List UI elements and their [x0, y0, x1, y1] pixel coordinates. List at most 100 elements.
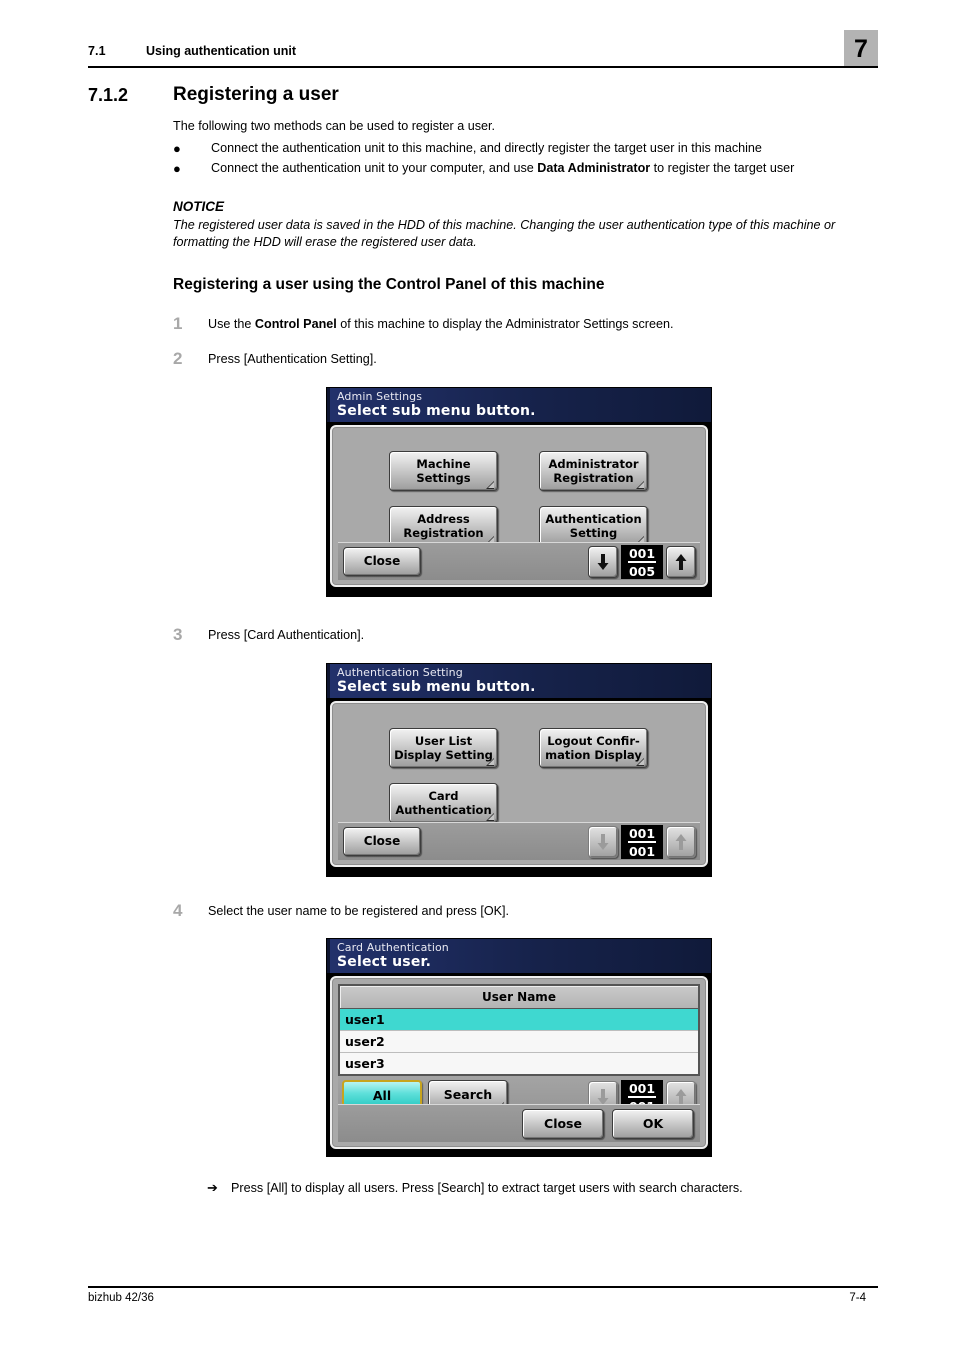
page-down-arrow-icon[interactable]: [588, 546, 618, 578]
authentication-setting-button[interactable]: Authentication Setting: [539, 506, 648, 546]
footer-product-name: bizhub 42/36: [88, 1292, 154, 1304]
step-number: 4: [173, 901, 183, 920]
panel-title-small: Admin Settings: [337, 390, 423, 403]
address-registration-button[interactable]: Address Registration: [389, 506, 498, 546]
page-up-arrow-icon[interactable]: [666, 546, 696, 578]
button-label-line2: Setting: [569, 526, 618, 540]
step-3: 3 Press [Card Authentication].: [173, 625, 879, 644]
button-label-line1: Machine: [416, 457, 471, 471]
footer-page-number: 7-4: [849, 1292, 866, 1304]
step-text-after: of this machine to display the Administr…: [336, 317, 674, 331]
panel-titlebar: Authentication Setting Select sub menu b…: [327, 664, 711, 698]
subsection-heading: Registering a user using the Control Pan…: [173, 276, 605, 293]
panel-title-small: Card Authentication: [337, 941, 449, 954]
step-2: 2 Press [Authentication Setting].: [173, 349, 879, 368]
notice-body: The registered user data is saved in the…: [173, 218, 836, 249]
page-counter: 001 005: [621, 545, 663, 579]
step-text-before: Use the: [208, 317, 255, 331]
search-button-label: Search: [443, 1087, 493, 1102]
notice-label: NOTICE: [173, 199, 225, 214]
machine-settings-button[interactable]: Machine Settings: [389, 451, 498, 491]
button-label-line1: Logout Confir-: [547, 734, 640, 748]
submenu-corner-icon: [486, 481, 494, 489]
user-list-display-setting-button[interactable]: User List Display Setting: [389, 728, 498, 768]
step-text: Press [Card Authentication].: [208, 628, 365, 642]
button-label-line1: Card: [428, 789, 459, 803]
button-label-line2: Settings: [416, 471, 471, 485]
button-label-line2: Registration: [553, 471, 634, 485]
step-1: 1 Use the Control Panel of this machine …: [173, 314, 879, 333]
panel-body: Machine Settings Administrator Registrat…: [330, 425, 708, 587]
table-row[interactable]: user2: [340, 1031, 698, 1053]
intro-paragraph: The following two methods can be used to…: [173, 119, 496, 133]
authentication-setting-panel: Authentication Setting Select sub menu b…: [326, 663, 712, 877]
logout-confirmation-display-button[interactable]: Logout Confir- mation Display: [539, 728, 648, 768]
step-4: 4 Select the user name to be registered …: [173, 901, 879, 920]
step-text: Use the Control Panel of this machine to…: [208, 316, 879, 333]
bullet-text-bold: Data Administrator: [537, 161, 651, 175]
bullet-text-before: Connect the authentication unit to your …: [211, 161, 538, 175]
page-header: 7.1 Using authentication unit 7: [88, 30, 878, 80]
submenu-corner-icon: [636, 481, 644, 489]
page-counter-total: 001: [628, 843, 656, 859]
ok-button[interactable]: OK: [612, 1109, 694, 1139]
button-label-line1: Address: [417, 512, 470, 526]
step-number: 1: [173, 314, 183, 333]
bullet-dot-icon: ●: [173, 141, 181, 156]
panel-footer-bar: Close 001 005: [338, 542, 700, 580]
page-up-arrow-icon: [666, 826, 696, 858]
step-text-bold: Control Panel: [254, 317, 337, 331]
admin-settings-panel: Admin Settings Select sub menu button. M…: [326, 387, 712, 597]
submenu-corner-icon: [486, 758, 494, 766]
header-section-number: 7.1: [88, 44, 106, 58]
card-authentication-button[interactable]: Card Authentication: [389, 783, 498, 823]
panel-titlebar: Card Authentication Select user.: [327, 939, 711, 973]
list-item: ● Connect the authentication unit to thi…: [173, 140, 879, 158]
column-header-user-name: User Name: [340, 986, 698, 1009]
panel-title-large: Select sub menu button.: [337, 403, 536, 419]
panel-footer-bar: Close 001 001: [338, 822, 700, 860]
button-label-line1: Authentication: [545, 512, 642, 526]
panel-titlebar: Admin Settings Select sub menu button.: [327, 388, 711, 422]
chapter-number-box: 7: [844, 30, 878, 66]
page-counter: 001 001: [621, 825, 663, 859]
button-label-line2: Display Setting: [394, 748, 493, 762]
close-button[interactable]: Close: [522, 1109, 604, 1139]
panel-title-large: Select user.: [337, 954, 432, 970]
step-number: 3: [173, 625, 183, 644]
list-item: ● Connect the authentication unit to you…: [173, 160, 879, 178]
page-counter-current: 001: [627, 1080, 657, 1098]
close-button[interactable]: Close: [343, 827, 421, 856]
bullet-text: Connect the authentication unit to your …: [211, 160, 879, 178]
panel-body: User Name user1 user2 user3 All Search 0…: [330, 976, 708, 1149]
button-label-line2: Authentication: [395, 803, 492, 817]
administrator-registration-button[interactable]: Administrator Registration: [539, 451, 648, 491]
table-row[interactable]: user1: [340, 1009, 698, 1031]
sub-note-text: Press [All] to display all users. Press …: [231, 1181, 743, 1195]
footer-divider: [88, 1286, 878, 1288]
panel-footer-bar: Close OK: [338, 1104, 700, 1142]
button-label-line2: mation Display: [545, 748, 642, 762]
step-number: 2: [173, 349, 183, 368]
panel-title-large: Select sub menu button.: [337, 679, 536, 695]
bullet-text: Connect the authentication unit to this …: [211, 141, 762, 155]
user-list-table: User Name user1 user2 user3: [338, 984, 700, 1076]
arrow-icon: ➔: [207, 1180, 218, 1195]
panel-body: User List Display Setting Logout Confir-…: [330, 701, 708, 867]
card-authentication-panel: Card Authentication Select user. User Na…: [326, 938, 712, 1157]
header-divider: [88, 66, 878, 68]
close-button[interactable]: Close: [343, 547, 421, 576]
button-label-line2: Registration: [403, 526, 484, 540]
pager: 001 005: [588, 545, 696, 579]
page-counter-current: 001: [627, 825, 657, 843]
header-section-title: Using authentication unit: [146, 44, 296, 58]
button-label-line1: Administrator: [548, 457, 639, 471]
section-number: 7.1.2: [88, 85, 129, 105]
submenu-corner-icon: [636, 758, 644, 766]
page-counter-total: 005: [628, 563, 656, 579]
page-down-arrow-icon: [588, 826, 618, 858]
table-row[interactable]: user3: [340, 1053, 698, 1074]
step-text: Press [Authentication Setting].: [208, 352, 377, 366]
page-counter-current: 001: [627, 545, 657, 563]
bullet-dot-icon: ●: [173, 161, 181, 176]
